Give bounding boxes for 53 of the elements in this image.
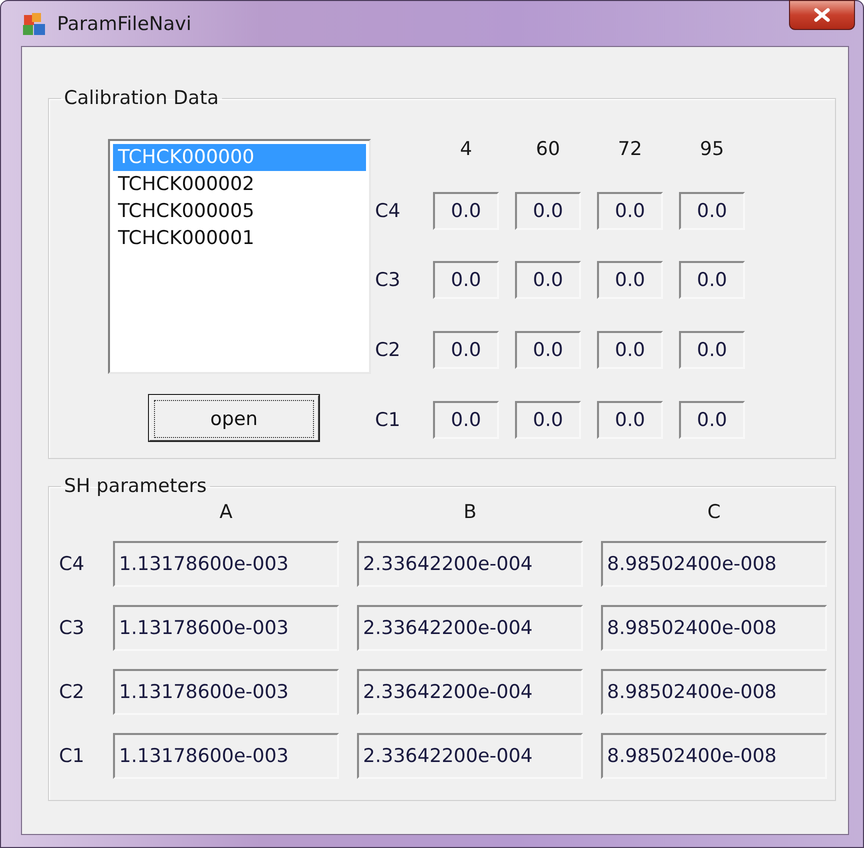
group-title: Calibration Data — [63, 87, 220, 109]
row-label: C2 — [59, 681, 84, 703]
column-header: A — [220, 501, 232, 523]
value-field[interactable]: 0.0 — [679, 261, 745, 300]
column-header: 72 — [618, 138, 642, 160]
row-label: C4 — [59, 553, 84, 575]
value-field[interactable]: 0.0 — [433, 261, 499, 300]
value-field[interactable]: 2.33642200e-004 — [357, 733, 583, 779]
value-field[interactable]: 0.0 — [597, 261, 663, 300]
value-field[interactable]: 8.98502400e-008 — [601, 605, 827, 651]
value-field[interactable]: 2.33642200e-004 — [357, 669, 583, 715]
row-label: C4 — [375, 200, 400, 222]
value-field[interactable]: 0.0 — [433, 192, 499, 230]
value-field[interactable]: 8.98502400e-008 — [601, 669, 827, 715]
value-field[interactable]: 0.0 — [433, 331, 499, 370]
row-label: C2 — [375, 339, 400, 362]
value-field[interactable]: 0.0 — [597, 331, 663, 370]
value-field[interactable]: 2.33642200e-004 — [357, 541, 583, 587]
file-list-item[interactable]: TCHCK000005 — [113, 198, 366, 225]
value-field[interactable]: 1.13178600e-003 — [113, 605, 339, 651]
row-label: C1 — [59, 745, 84, 767]
value-field[interactable]: 0.0 — [679, 331, 745, 370]
group-title: SH parameters — [63, 475, 208, 497]
column-header: 4 — [460, 138, 472, 160]
file-list-item[interactable]: TCHCK000002 — [113, 171, 366, 198]
value-field[interactable]: 8.98502400e-008 — [601, 733, 827, 779]
value-field[interactable]: 0.0 — [515, 401, 581, 440]
value-field[interactable]: 0.0 — [679, 401, 745, 440]
value-field[interactable]: 0.0 — [433, 401, 499, 440]
row-label: C1 — [375, 409, 400, 432]
column-header: 60 — [536, 138, 560, 160]
value-field[interactable]: 1.13178600e-003 — [113, 541, 339, 587]
column-header: B — [463, 501, 477, 523]
value-field[interactable]: 0.0 — [515, 261, 581, 300]
file-list-item[interactable]: TCHCK000001 — [113, 225, 366, 252]
value-field[interactable]: 0.0 — [679, 192, 745, 230]
cubes-icon — [21, 10, 47, 36]
value-field[interactable]: 2.33642200e-004 — [357, 605, 583, 651]
row-label: C3 — [59, 617, 84, 639]
value-field[interactable]: 0.0 — [597, 401, 663, 440]
value-field[interactable]: 1.13178600e-003 — [113, 733, 339, 779]
close-button[interactable] — [789, 0, 855, 30]
value-field[interactable]: 1.13178600e-003 — [113, 669, 339, 715]
value-field[interactable]: 0.0 — [597, 192, 663, 230]
column-header: 95 — [700, 138, 724, 160]
value-field[interactable]: 0.0 — [515, 192, 581, 230]
value-field[interactable]: 0.0 — [515, 331, 581, 370]
open-button[interactable]: open — [148, 394, 320, 442]
column-header: C — [707, 501, 721, 523]
window-title: ParamFileNavi — [57, 12, 192, 34]
row-label: C3 — [375, 269, 400, 292]
value-field[interactable]: 8.98502400e-008 — [601, 541, 827, 587]
close-icon — [813, 8, 831, 22]
